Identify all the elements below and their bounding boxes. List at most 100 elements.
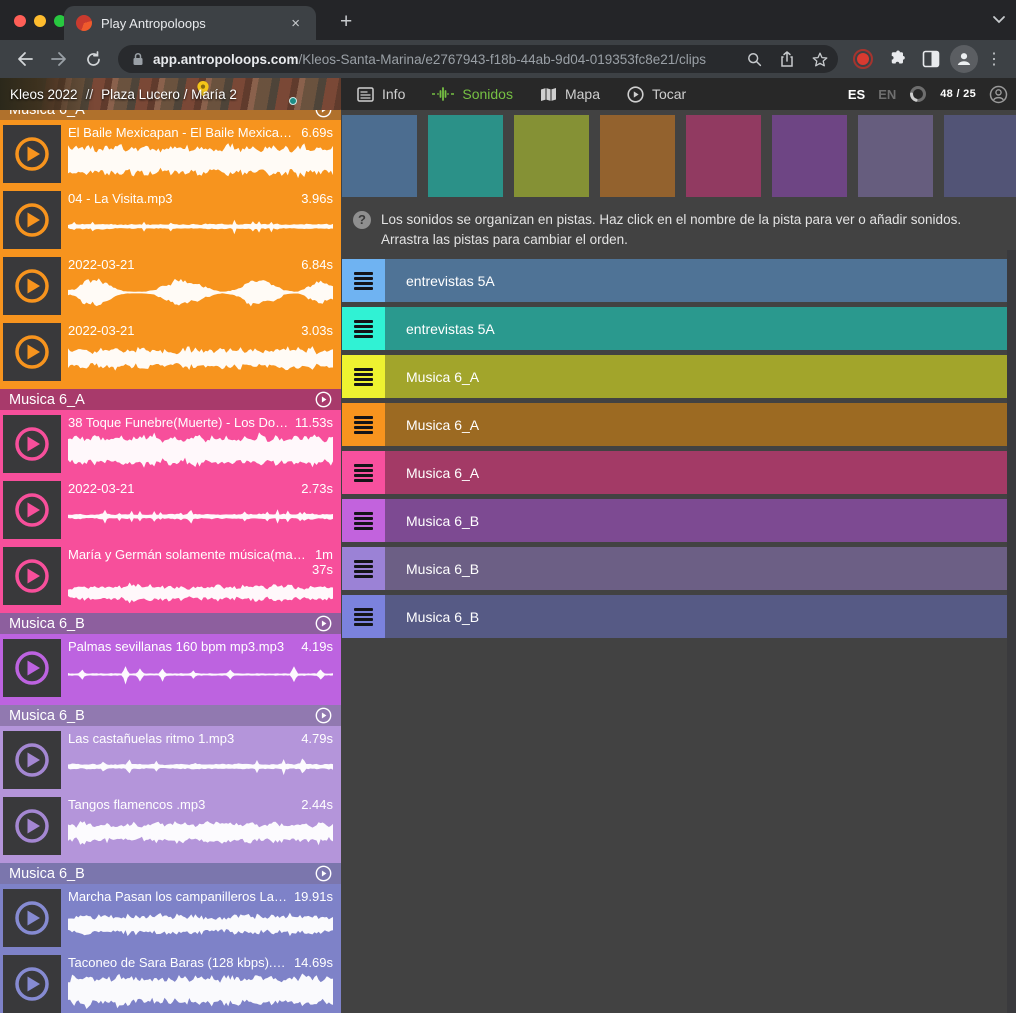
lock-icon[interactable] [132,52,144,66]
tab-close-icon[interactable]: × [287,14,304,33]
address-bar[interactable]: app.antropoloops.com/Kleos-Santa-Marina/… [118,45,838,73]
track-section-name[interactable]: Musica 6_A [9,110,85,118]
track-row-body[interactable]: Musica 6_B [385,499,1008,542]
track-section-header[interactable]: Musica 6_A [0,389,341,410]
clip-play-button[interactable] [3,797,61,855]
share-icon[interactable] [775,44,799,74]
track-drag-handle[interactable] [342,355,385,398]
clip-play-button[interactable] [3,639,61,697]
window-controls[interactable] [14,15,66,27]
track-row[interactable]: Musica 6_B [342,595,1008,638]
track-row-body[interactable]: Musica 6_A [385,451,1008,494]
track-drag-handle[interactable] [342,259,385,302]
clip-item[interactable]: Marcha Pasan los campanilleros Las Mejor… [0,887,341,949]
reload-button[interactable] [78,44,108,74]
track-color-square[interactable] [600,115,675,197]
nav-item-sonidos[interactable]: Sonidos [432,86,513,102]
clip-play-button[interactable] [3,257,61,315]
section-play-circle-icon[interactable] [315,615,332,632]
track-color-square[interactable] [686,115,761,197]
track-row-body[interactable]: Musica 6_B [385,547,1008,590]
track-drag-handle[interactable] [342,451,385,494]
track-drag-handle[interactable] [342,595,385,638]
track-row-body[interactable]: Musica 6_A [385,403,1008,446]
clip-item[interactable]: María y Germán solamente música(maría 2.… [0,545,341,607]
clip-item[interactable]: 2022-03-21 6.84s [0,255,341,317]
track-color-square[interactable] [428,115,503,197]
bookmark-star-icon[interactable] [808,44,832,74]
clip-play-button[interactable] [3,415,61,473]
track-row-body[interactable]: Musica 6_A [385,355,1008,398]
section-play-circle-icon[interactable] [315,865,332,882]
clip-item[interactable]: 04 - La Visita.mp3 3.96s [0,189,341,251]
tab-search-chevron-icon[interactable] [992,15,1006,25]
breadcrumb-project[interactable]: Kleos 2022 [10,87,78,102]
track-drag-handle[interactable] [342,499,385,542]
clip-play-button[interactable] [3,889,61,947]
track-drag-handle[interactable] [342,547,385,590]
track-color-square[interactable] [858,115,933,197]
track-row[interactable]: Musica 6_A [342,451,1008,494]
split-view-icon[interactable] [916,44,946,74]
track-drag-handle[interactable] [342,307,385,350]
track-row-body[interactable]: entrevistas 5A [385,307,1008,350]
url-text[interactable]: app.antropoloops.com/Kleos-Santa-Marina/… [153,52,733,67]
language-es-button[interactable]: ES [848,87,865,102]
track-color-square[interactable] [514,115,589,197]
clip-item[interactable]: 2022-03-21 3.03s [0,321,341,383]
record-extension-icon[interactable] [848,44,878,74]
track-row[interactable]: Musica 6_B [342,499,1008,542]
search-icon[interactable] [742,44,766,74]
nav-item-tocar[interactable]: Tocar [627,86,686,103]
clip-play-button[interactable] [3,547,61,605]
section-play-circle-icon[interactable] [315,391,332,408]
browser-tab[interactable]: Play Antropoloops × [64,6,316,40]
track-color-square[interactable] [772,115,847,197]
clip-item[interactable]: El Baile Mexicapan - El Baile Mexicapan.… [0,123,341,185]
extensions-puzzle-icon[interactable] [882,44,912,74]
track-row[interactable]: entrevistas 5A [342,307,1008,350]
track-section-header[interactable]: Musica 6_B [0,613,341,634]
track-row-body[interactable]: Musica 6_B [385,595,1008,638]
clip-play-button[interactable] [3,731,61,789]
track-color-square[interactable] [944,115,1016,197]
scrollbar-gutter[interactable] [1007,250,1016,1013]
track-section-header[interactable]: Musica 6_A [0,110,341,120]
clip-item[interactable]: Las castañuelas ritmo 1.mp3 4.79s [0,729,341,791]
account-icon[interactable] [989,85,1008,104]
track-color-square[interactable] [342,115,417,197]
forward-button[interactable] [44,44,74,74]
browser-menu-kebab-icon[interactable]: ⋮ [982,49,1006,69]
section-play-circle-icon[interactable] [315,707,332,724]
breadcrumb-page[interactable]: Plaza Lucero / María 2 [101,87,237,102]
clip-play-button[interactable] [3,481,61,539]
back-button[interactable] [10,44,40,74]
minimize-window-button[interactable] [34,15,46,27]
track-section-header[interactable]: Musica 6_B [0,863,341,884]
new-tab-button[interactable]: + [334,8,358,36]
track-drag-handle[interactable] [342,403,385,446]
section-play-circle-icon[interactable] [315,110,332,118]
close-window-button[interactable] [14,15,26,27]
track-row[interactable]: entrevistas 5A [342,259,1008,302]
clip-item[interactable]: Tangos flamencos .mp3 2.44s [0,795,341,857]
language-en-button[interactable]: EN [878,87,896,102]
nav-item-mapa[interactable]: Mapa [540,86,600,102]
clip-item[interactable]: 2022-03-21 2.73s [0,479,341,541]
clip-item[interactable]: Palmas sevillanas 160 bpm mp3.mp3 4.19s [0,637,341,699]
track-section-name[interactable]: Musica 6_B [9,866,85,882]
track-row[interactable]: Musica 6_A [342,403,1008,446]
clip-play-button[interactable] [3,125,61,183]
clip-play-button[interactable] [3,191,61,249]
clip-item[interactable]: Taconeo de Sara Baras (128 kbps).mp3 14.… [0,953,341,1013]
track-section-name[interactable]: Musica 6_B [9,616,85,632]
track-section-name[interactable]: Musica 6_A [9,392,85,408]
track-row[interactable]: Musica 6_A [342,355,1008,398]
track-section-name[interactable]: Musica 6_B [9,708,85,724]
browser-profile-avatar[interactable] [950,45,978,73]
track-row-body[interactable]: entrevistas 5A [385,259,1008,302]
track-row[interactable]: Musica 6_B [342,547,1008,590]
clip-play-button[interactable] [3,955,61,1013]
track-section-header[interactable]: Musica 6_B [0,705,341,726]
clip-play-button[interactable] [3,323,61,381]
